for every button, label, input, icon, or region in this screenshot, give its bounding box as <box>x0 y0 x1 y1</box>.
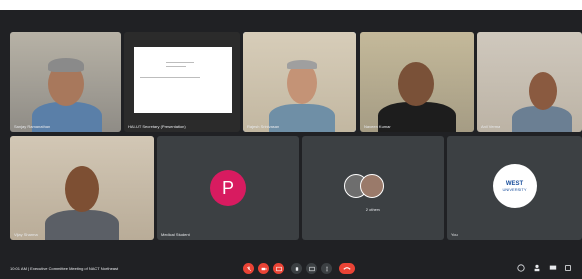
meeting-app: Sanjay Ramanathan HAI-UT Secretary (Pres… <box>0 10 582 279</box>
raise-hand-icon[interactable] <box>291 263 302 274</box>
organization-logo: WEST UNIVERSITY <box>492 164 537 208</box>
meeting-title: 10:01 AM | Executive Committee Meeting o… <box>10 266 119 271</box>
participant-name: HAI-UT Secretary (Presentation) <box>128 124 186 129</box>
participant-name: Rajesh Srinivasan <box>247 124 280 129</box>
participant-name: Naveen Kumar <box>364 124 391 129</box>
more-icon[interactable] <box>321 263 332 274</box>
participant-tile[interactable]: P Medical Student <box>157 136 299 240</box>
info-icon[interactable] <box>517 264 525 272</box>
participant-tile[interactable]: WEST UNIVERSITY You <box>447 136 582 240</box>
people-icon[interactable] <box>533 264 541 272</box>
chat-icon[interactable] <box>549 264 557 272</box>
participant-tile[interactable]: Naveen Kumar <box>360 32 474 132</box>
participant-name: Medical Student <box>161 232 190 237</box>
participant-name: Sanjay Ramanathan <box>14 124 51 129</box>
participant-name: 2 others <box>365 207 381 212</box>
participant-name: You <box>451 232 458 237</box>
participant-name: Vijay Sharma <box>14 232 38 237</box>
presentation-tile[interactable]: HAI-UT Secretary (Presentation) <box>124 32 240 132</box>
participant-tile[interactable]: Rajesh Srinivasan <box>243 32 356 132</box>
participant-tile[interactable]: Vijay Sharma <box>10 136 154 240</box>
meeting-toolbar: 10:01 AM | Executive Committee Meeting o… <box>0 258 582 279</box>
captions-icon[interactable] <box>273 263 284 274</box>
participant-tile[interactable]: 2 others <box>302 136 444 240</box>
participant-tile[interactable]: Anil Verma <box>477 32 582 132</box>
avatar: P <box>210 170 246 206</box>
participant-name: Anil Verma <box>481 124 501 129</box>
end-call-button[interactable] <box>339 263 355 274</box>
camera-off-icon[interactable] <box>258 263 269 274</box>
participant-tile[interactable]: Sanjay Ramanathan <box>10 32 121 132</box>
activities-icon[interactable] <box>564 264 572 272</box>
present-icon[interactable] <box>306 263 317 274</box>
mic-off-icon[interactable] <box>243 263 254 274</box>
